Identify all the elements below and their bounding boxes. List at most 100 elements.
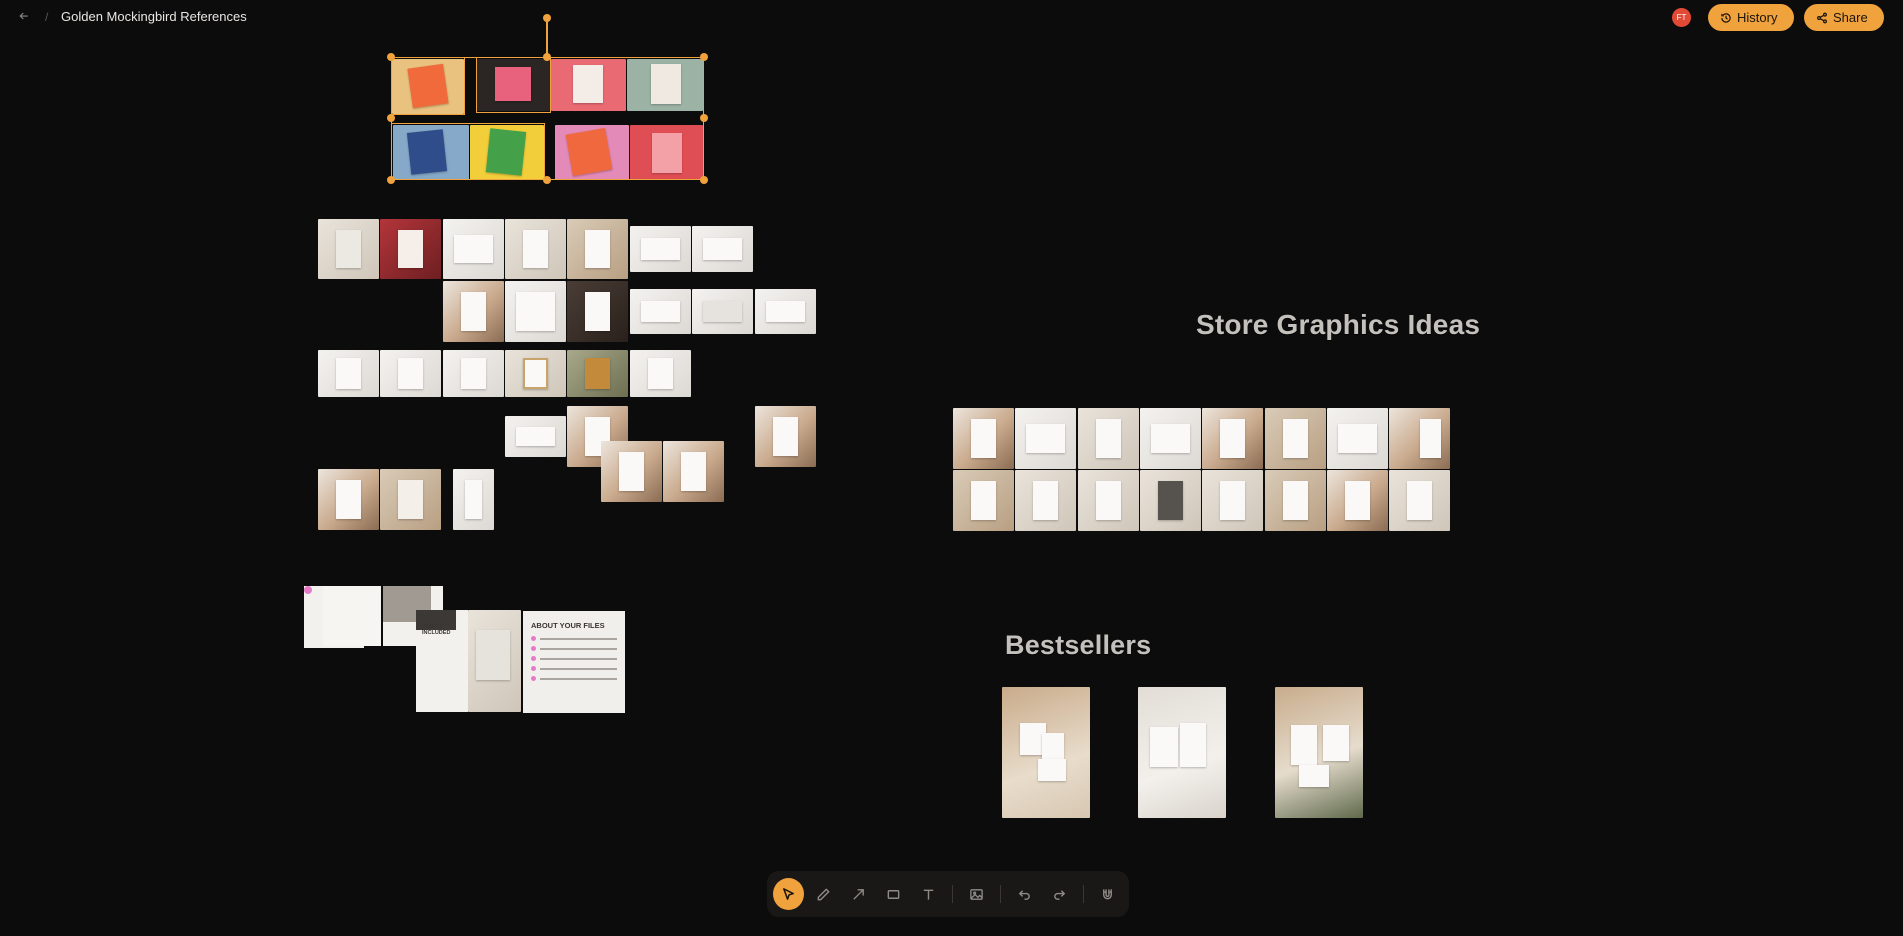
store-graphic-tile[interactable]: [1265, 408, 1326, 469]
store-graphic-tile[interactable]: [1389, 408, 1450, 469]
reference-tile[interactable]: [443, 281, 504, 342]
mockup-tile[interactable]: [627, 59, 703, 111]
selection-item-frame: [391, 57, 465, 115]
share-label: Share: [1833, 10, 1868, 25]
arrow-left-icon: [19, 12, 28, 20]
share-icon: [1817, 12, 1827, 23]
arrow-icon: [853, 888, 864, 900]
resize-handle[interactable]: [700, 53, 708, 61]
store-graphics-heading[interactable]: Store Graphics Ideas: [1196, 309, 1480, 341]
history-icon: [1721, 12, 1731, 23]
reference-tile[interactable]: [630, 350, 691, 397]
mockup-tile[interactable]: [555, 125, 629, 180]
info-card[interactable]: [323, 586, 381, 646]
bestsellers-heading[interactable]: Bestsellers: [1005, 630, 1151, 661]
bestseller-tile[interactable]: [1002, 687, 1090, 818]
selection-item-frame: [476, 57, 551, 113]
drawing-toolbar: [767, 871, 1129, 917]
store-graphic-tile[interactable]: [1140, 408, 1201, 469]
info-card[interactable]: WHAT'S INCLUDED: [416, 610, 468, 712]
bestseller-tile[interactable]: [1138, 687, 1226, 818]
magnet-tool[interactable]: [1092, 878, 1123, 910]
resize-handle[interactable]: [700, 176, 708, 184]
reference-tile[interactable]: [663, 441, 724, 502]
magnet-icon: [1103, 888, 1112, 899]
reference-tile[interactable]: [567, 350, 628, 397]
rectangle-icon: [887, 889, 900, 899]
store-graphic-tile[interactable]: [1327, 408, 1388, 469]
store-graphic-tile[interactable]: [1327, 470, 1388, 531]
reference-tile[interactable]: [567, 219, 628, 279]
select-tool[interactable]: [773, 878, 805, 910]
avatar[interactable]: FT: [1672, 8, 1691, 27]
reference-tile[interactable]: [601, 441, 662, 502]
store-graphic-tile[interactable]: [1015, 408, 1076, 469]
reference-tile[interactable]: [692, 289, 753, 334]
store-graphic-tile[interactable]: [1202, 408, 1263, 469]
reference-tile[interactable]: [318, 219, 379, 279]
about-files-card[interactable]: ABOUT YOUR FILES: [523, 611, 625, 713]
mockup-tile[interactable]: [630, 125, 703, 180]
resize-handle[interactable]: [543, 53, 551, 61]
store-graphic-tile[interactable]: [1265, 470, 1326, 531]
text-icon: [923, 889, 934, 900]
pen-tool[interactable]: [808, 878, 839, 910]
store-graphic-tile[interactable]: [1078, 470, 1139, 531]
resize-handle[interactable]: [700, 114, 708, 122]
reference-tile[interactable]: [380, 219, 441, 279]
reference-tile[interactable]: [443, 219, 504, 279]
selection-item-frame: [391, 123, 545, 180]
undo-button[interactable]: [1009, 878, 1040, 910]
reference-tile[interactable]: [755, 289, 816, 334]
reference-tile[interactable]: [453, 469, 494, 530]
mockup-tile[interactable]: [551, 59, 626, 111]
reference-tile[interactable]: [443, 350, 504, 397]
rotate-handle[interactable]: [543, 14, 551, 22]
resize-handle[interactable]: [543, 176, 551, 184]
rotate-connector: [546, 18, 548, 57]
undo-icon: [1018, 889, 1030, 900]
arrow-tool[interactable]: [843, 878, 874, 910]
toolbar-divider: [1083, 885, 1085, 903]
reference-tile[interactable]: [380, 469, 441, 530]
reference-tile[interactable]: [505, 281, 566, 342]
board-title[interactable]: Golden Mockingbird References: [61, 9, 247, 24]
resize-handle[interactable]: [387, 176, 395, 184]
reference-tile[interactable]: [318, 350, 379, 397]
store-graphic-tile[interactable]: [1015, 470, 1076, 531]
reference-tile[interactable]: [505, 416, 566, 457]
cursor-icon: [783, 887, 794, 900]
redo-button[interactable]: [1044, 878, 1075, 910]
store-graphic-tile[interactable]: [953, 470, 1014, 531]
image-tool[interactable]: [961, 878, 992, 910]
reference-tile[interactable]: [755, 406, 816, 467]
about-files-heading: ABOUT YOUR FILES: [531, 621, 605, 630]
history-label: History: [1737, 10, 1778, 25]
reference-tile[interactable]: [567, 281, 628, 342]
toolbar-divider: [952, 885, 954, 903]
store-graphic-tile[interactable]: [953, 408, 1014, 469]
board-canvas[interactable]: / Golden Mockingbird References FT Histo…: [0, 0, 1903, 936]
store-graphic-tile[interactable]: [1078, 408, 1139, 469]
store-graphic-tile[interactable]: [1140, 470, 1201, 531]
history-button[interactable]: History: [1708, 4, 1794, 31]
bestseller-tile[interactable]: [1275, 687, 1363, 818]
reference-tile[interactable]: [692, 226, 753, 272]
reference-tile[interactable]: [505, 350, 566, 397]
back-button[interactable]: [14, 8, 34, 28]
share-button[interactable]: Share: [1804, 4, 1884, 31]
reference-tile[interactable]: [630, 226, 691, 272]
reference-tile[interactable]: [380, 350, 441, 397]
store-graphic-tile[interactable]: [1389, 470, 1450, 531]
resize-handle[interactable]: [387, 114, 395, 122]
reference-tile[interactable]: [318, 469, 379, 530]
text-tool[interactable]: [913, 878, 944, 910]
reference-tile[interactable]: [505, 219, 566, 279]
reference-tile[interactable]: [630, 289, 691, 334]
redo-icon: [1054, 889, 1066, 900]
mockup-tile[interactable]: [468, 610, 521, 712]
rectangle-tool[interactable]: [878, 878, 909, 910]
resize-handle[interactable]: [387, 53, 395, 61]
toolbar-divider: [1000, 885, 1002, 903]
store-graphic-tile[interactable]: [1202, 470, 1263, 531]
